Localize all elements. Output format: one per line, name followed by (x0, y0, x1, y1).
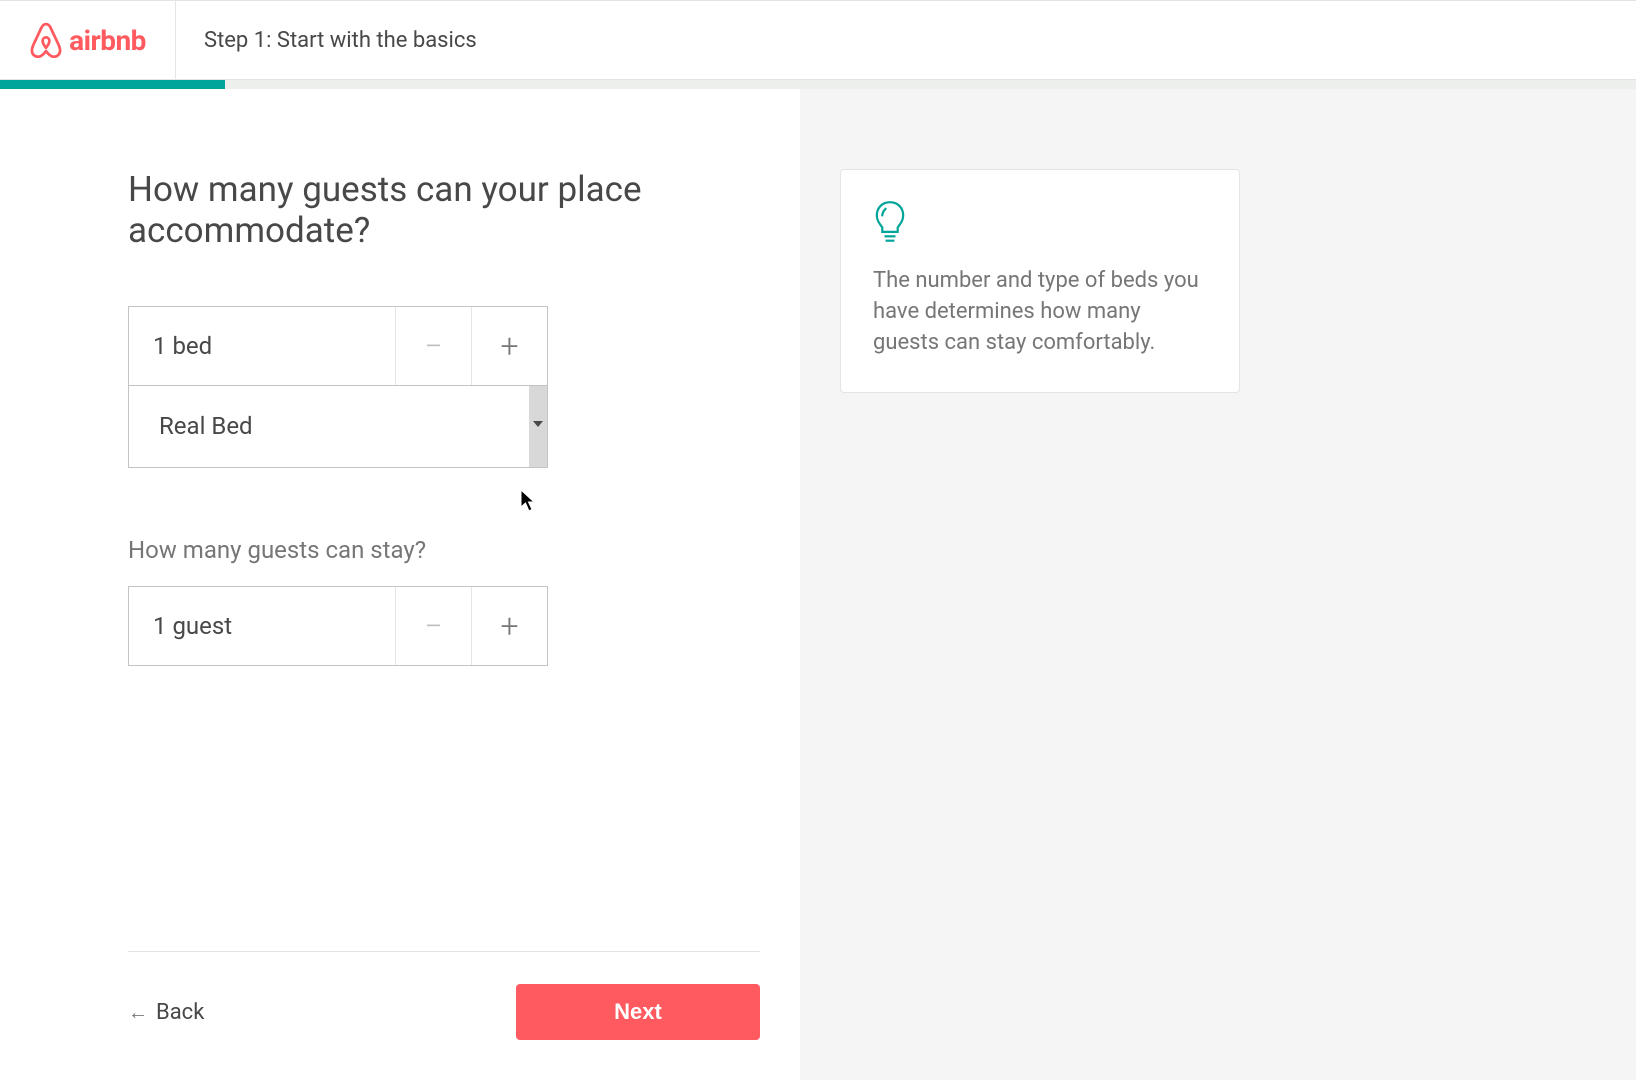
tip-card: The number and type of beds you have det… (840, 169, 1240, 393)
logo-text: airbnb (69, 24, 146, 57)
chevron-down-icon (533, 421, 543, 427)
progress-bar (0, 80, 1636, 89)
guest-count-value: 1 guest (129, 587, 395, 665)
guests-label: How many guests can stay? (128, 536, 760, 564)
minus-icon: − (424, 327, 442, 365)
lightbulb-icon (873, 200, 1207, 248)
bed-increment-button[interactable]: + (471, 307, 547, 385)
guest-decrement-button[interactable]: − (395, 587, 471, 665)
dropdown-handle[interactable] (529, 386, 547, 467)
page-heading: How many guests can your place accommoda… (128, 169, 648, 252)
bed-decrement-button[interactable]: − (395, 307, 471, 385)
plus-icon: + (500, 327, 518, 365)
bed-count-stepper: 1 bed − + (128, 306, 548, 386)
mouse-cursor-icon (520, 489, 538, 517)
next-button[interactable]: Next (516, 984, 760, 1040)
guest-increment-button[interactable]: + (471, 587, 547, 665)
arrow-left-icon: ← (128, 1000, 148, 1025)
logo[interactable]: airbnb (0, 1, 176, 79)
plus-icon: + (500, 607, 518, 645)
guest-count-stepper: 1 guest − + (128, 586, 548, 666)
airbnb-logo-icon (29, 22, 63, 58)
progress-fill (0, 80, 225, 89)
minus-icon: − (424, 607, 442, 645)
form-footer: ← Back Next (128, 951, 760, 1080)
form-column: How many guests can your place accommoda… (0, 89, 800, 1080)
topbar: airbnb Step 1: Start with the basics (0, 0, 1636, 80)
step-title: Step 1: Start with the basics (176, 28, 477, 53)
bed-type-selected: Real Bed (159, 412, 253, 440)
back-button[interactable]: ← Back (128, 1000, 204, 1025)
bed-count-value: 1 bed (129, 307, 395, 385)
back-label: Back (156, 1000, 204, 1025)
bed-type-select[interactable]: Real Bed (128, 386, 548, 468)
tip-text: The number and type of beds you have det… (873, 266, 1207, 358)
tip-column: The number and type of beds you have det… (800, 89, 1636, 1080)
